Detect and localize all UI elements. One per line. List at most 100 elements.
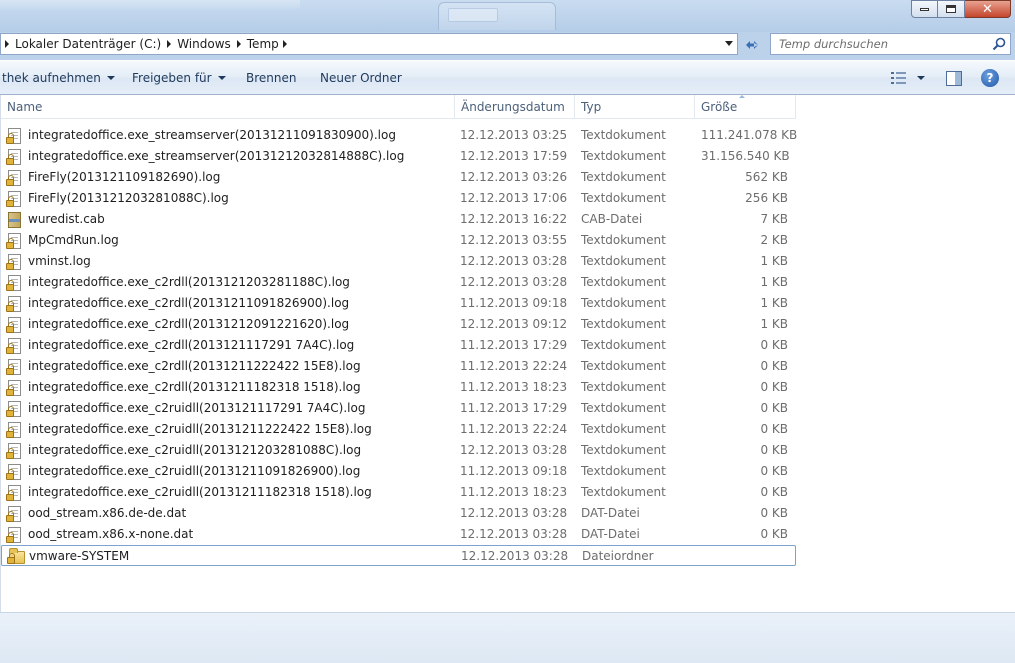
include-in-library-button[interactable]: thek aufnehmen [2, 71, 115, 85]
preview-pane-icon[interactable] [946, 71, 962, 86]
dat-file-locked-icon [6, 527, 22, 543]
file-name: ood_stream.x86.de-de.dat [28, 506, 187, 520]
file-type: Textdokument [581, 359, 666, 373]
text-file-locked-icon [6, 422, 22, 438]
file-size: 2 KB [760, 233, 788, 247]
folder-locked-icon [7, 548, 25, 565]
address-bar[interactable]: Lokaler Datenträger (C:) Windows Temp [0, 33, 738, 55]
file-date: 11.12.2013 17:29 [460, 338, 568, 352]
file-name: FireFly(2013121109182690).log [28, 170, 221, 184]
search-input[interactable] [771, 34, 981, 54]
address-history-dropdown-icon[interactable] [725, 41, 733, 46]
file-row[interactable]: integratedoffice.exe_c2rdll(201312120912… [1, 314, 796, 335]
burn-button[interactable]: Brennen [246, 71, 296, 85]
text-file-locked-icon [6, 338, 22, 354]
file-row[interactable]: integratedoffice.exe_c2rdll(201312120328… [1, 272, 796, 293]
file-date: 11.12.2013 22:24 [460, 359, 568, 373]
breadcrumb-label[interactable]: Windows [177, 37, 231, 51]
search-icon[interactable] [992, 37, 1006, 51]
file-type: Textdokument [581, 401, 666, 415]
file-row[interactable]: ood_stream.x86.x-none.dat 12.12.2013 03:2… [1, 524, 796, 545]
search-box[interactable] [770, 33, 1011, 55]
file-row[interactable]: FireFly(2013121109182690).log 12.12.2013 … [1, 167, 796, 188]
file-row[interactable]: ood_stream.x86.de-de.dat 12.12.2013 03:28… [1, 503, 796, 524]
file-type: Textdokument [581, 485, 666, 499]
file-row[interactable]: integratedoffice.exe_c2rdll(201312111823… [1, 377, 796, 398]
file-size: 0 KB [760, 443, 788, 457]
file-row[interactable]: integratedoffice.exe_c2ruidll(2013121203… [1, 440, 796, 461]
file-type: Textdokument [581, 170, 666, 184]
refresh-button[interactable] [740, 35, 764, 55]
file-name: integratedoffice.exe_c2rdll(201312110918… [28, 296, 350, 310]
file-row[interactable]: integratedoffice.exe_streamserver(201312… [1, 146, 796, 167]
breadcrumb-label[interactable]: Temp [247, 37, 279, 51]
file-type: Textdokument [581, 254, 666, 268]
column-header-type[interactable]: Typ [575, 95, 695, 119]
text-file-locked-icon [6, 254, 22, 270]
file-type: DAT-Datei [581, 506, 640, 520]
file-row[interactable]: integratedoffice.exe_c2rdll(201312112224… [1, 356, 796, 377]
file-date: 12.12.2013 03:28 [461, 549, 569, 563]
share-with-button[interactable]: Freigeben für [132, 71, 226, 85]
file-date: 12.12.2013 03:25 [460, 128, 568, 142]
file-row[interactable]: MpCmdRun.log 12.12.2013 03:55 Textdokument… [1, 230, 796, 251]
details-view-icon [891, 72, 906, 84]
close-button[interactable]: ✕ [965, 0, 1011, 18]
chevron-right-icon[interactable] [167, 40, 172, 48]
file-row[interactable]: integratedoffice.exe_c2ruidll(2013121122… [1, 419, 796, 440]
command-bar: thek aufnehmen Freigeben für Brennen Neu… [0, 60, 1015, 95]
breadcrumb-windows[interactable]: Windows [163, 34, 233, 54]
file-name: wuredist.cab [28, 212, 105, 226]
minimize-button[interactable] [911, 0, 938, 18]
file-row[interactable]: integratedoffice.exe_c2ruidll(2013121118… [1, 482, 796, 503]
file-type: Textdokument [581, 149, 666, 163]
file-type: Textdokument [581, 275, 666, 289]
cab-file-icon [8, 212, 22, 228]
file-size: 7 KB [760, 212, 788, 226]
file-size: 31.156.540 KB [701, 149, 790, 163]
breadcrumb-label[interactable]: Lokaler Datenträger (C:) [15, 37, 161, 51]
column-header-name[interactable]: Name [1, 95, 455, 119]
details-pane [0, 612, 1015, 663]
file-size: 0 KB [760, 338, 788, 352]
file-type: Textdokument [581, 128, 666, 142]
help-icon[interactable]: ? [981, 69, 999, 87]
column-header-date[interactable]: Änderungsdatum [455, 95, 575, 119]
refresh-icon [746, 41, 758, 49]
title-bar: ✕ [0, 0, 1015, 32]
file-date: 11.12.2013 18:23 [460, 485, 568, 499]
chevron-right-icon[interactable] [236, 40, 241, 48]
maximize-button[interactable] [938, 0, 965, 18]
file-row[interactable]: FireFly(2013121203281088C).log 12.12.2013… [1, 188, 796, 209]
file-row[interactable]: vminst.log 12.12.2013 03:28 Textdokument 1 … [1, 251, 796, 272]
breadcrumb-drive[interactable]: Lokaler Datenträger (C:) [1, 34, 163, 54]
file-date: 12.12.2013 03:55 [460, 233, 568, 247]
file-row[interactable]: integratedoffice.exe_streamserver(201312… [1, 125, 797, 146]
file-row[interactable]: integratedoffice.exe_c2ruidll(2013121109… [1, 461, 796, 482]
file-row[interactable]: integratedoffice.exe_c2ruidll(2013121117… [1, 398, 796, 419]
chevron-right-icon[interactable] [282, 40, 287, 48]
file-row[interactable]: integratedoffice.exe_c2rdll(201312111729… [1, 335, 796, 356]
file-type: Textdokument [581, 233, 666, 247]
dropdown-arrow-icon[interactable] [917, 76, 925, 80]
column-header-size[interactable]: Größe [695, 95, 796, 119]
file-type: Textdokument [581, 464, 666, 478]
new-folder-button[interactable]: Neuer Ordner [320, 71, 402, 85]
burn-label: Brennen [246, 71, 297, 85]
folder-row[interactable]: vmware-SYSTEM 12.12.2013 03:28 Dateiordner [1, 545, 796, 566]
new-folder-label: Neuer Ordner [320, 71, 402, 85]
text-file-locked-icon [6, 401, 22, 417]
breadcrumb-temp[interactable]: Temp [233, 34, 295, 54]
change-view-button[interactable] [891, 72, 925, 84]
file-name: integratedoffice.exe_c2rdll(201312120328… [28, 275, 350, 289]
chevron-right-icon[interactable] [5, 40, 9, 48]
file-date: 12.12.2013 03:26 [460, 170, 568, 184]
file-size: 1 KB [760, 317, 788, 331]
file-name: integratedoffice.exe_c2rdll(201312111823… [28, 380, 361, 394]
file-row[interactable]: integratedoffice.exe_c2rdll(201312110918… [1, 293, 796, 314]
text-file-locked-icon [6, 275, 22, 291]
file-name: integratedoffice.exe_c2ruidll(2013121109… [28, 464, 361, 478]
text-file-locked-icon [6, 191, 22, 207]
file-row[interactable]: wuredist.cab 12.12.2013 16:22 CAB-Datei 7 K… [1, 209, 796, 230]
file-name: integratedoffice.exe_c2ruidll(2013121117… [28, 401, 366, 415]
